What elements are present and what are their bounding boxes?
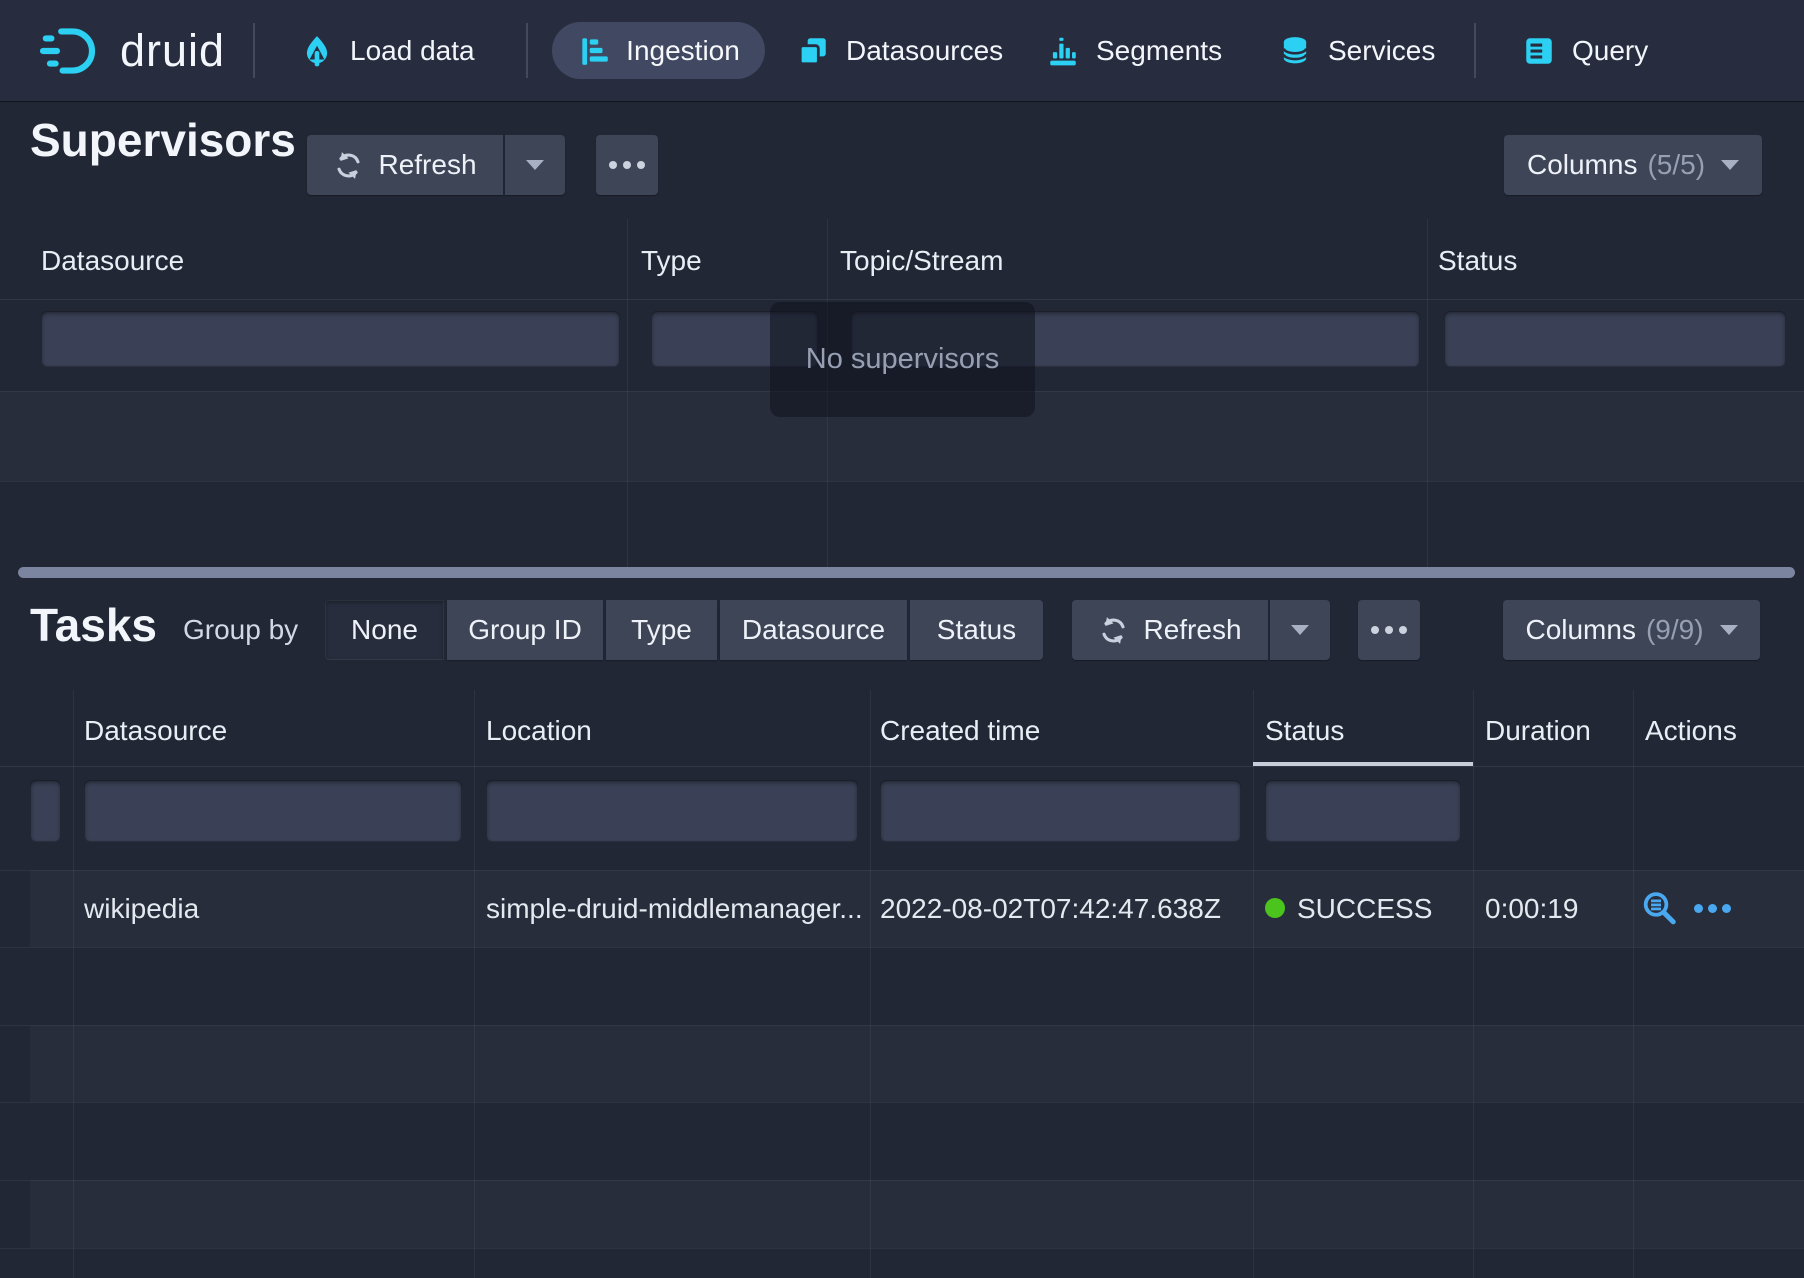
group-by-type-button[interactable]: Type: [606, 600, 717, 660]
cell-created-time: 2022-08-02T07:42:47.638Z: [880, 870, 1221, 947]
column-header-datasource[interactable]: Datasource: [41, 245, 184, 277]
supervisors-title: Supervisors: [30, 113, 296, 167]
columns-label: Columns: [1527, 149, 1637, 181]
column-header-actions[interactable]: Actions: [1645, 715, 1737, 747]
column-header-duration[interactable]: Duration: [1485, 715, 1591, 747]
cell-location: simple-druid-middlemanager...: [486, 870, 863, 947]
supervisors-more-button[interactable]: [596, 135, 658, 195]
cell-datasource: wikipedia: [84, 870, 199, 947]
app-logo[interactable]: druid: [40, 0, 225, 101]
columns-label: Columns: [1525, 614, 1635, 646]
status-filter-input[interactable]: [1265, 780, 1461, 842]
column-header-datasource[interactable]: Datasource: [84, 715, 227, 747]
columns-count: (9/9): [1646, 614, 1704, 646]
task-actions-more-icon[interactable]: [1694, 904, 1731, 913]
group-by-none-button[interactable]: None: [325, 600, 444, 660]
nav-item-query[interactable]: Query: [1522, 0, 1648, 101]
nav-item-datasources[interactable]: Datasources: [796, 0, 1003, 101]
datasource-filter-input[interactable]: [84, 780, 462, 842]
row-divider: [0, 947, 1804, 948]
table-row[interactable]: wikipedia simple-druid-middlemanager... …: [0, 870, 1804, 947]
column-header-topic-stream[interactable]: Topic/Stream: [840, 245, 1003, 277]
app-logo-text: druid: [120, 25, 225, 77]
tasks-title: Tasks: [30, 598, 157, 652]
nav-item-label: Load data: [350, 35, 475, 67]
datasource-filter-input[interactable]: [41, 311, 620, 367]
more-icon: [609, 161, 645, 169]
cell-status: SUCCESS: [1297, 870, 1432, 947]
header-divider: [0, 299, 1804, 300]
nav-item-label: Segments: [1096, 35, 1222, 67]
load-data-icon: [300, 34, 334, 68]
created-time-filter-input[interactable]: [880, 780, 1241, 842]
database-icon: [1278, 34, 1312, 68]
nav-divider: [253, 23, 255, 78]
horizontal-scrollbar[interactable]: [18, 567, 1795, 578]
chevron-down-icon: [526, 160, 544, 170]
nav-item-load-data[interactable]: Load data: [300, 0, 475, 101]
nav-item-segments[interactable]: Segments: [1046, 0, 1222, 101]
row-divider: [0, 1248, 1804, 1249]
group-by-datasource-button[interactable]: Datasource: [720, 600, 907, 660]
nav-item-ingestion-active[interactable]: Ingestion: [552, 22, 765, 79]
refresh-label: Refresh: [1143, 614, 1241, 646]
tasks-refresh-button[interactable]: Refresh: [1072, 600, 1268, 660]
tasks-columns-button[interactable]: Columns (9/9): [1503, 600, 1760, 660]
chevron-down-icon: [1721, 160, 1739, 170]
supervisors-table: Datasource Type Topic/Stream Status No s…: [0, 219, 1804, 578]
refresh-icon: [1098, 615, 1129, 646]
supervisors-refresh-dropdown-button[interactable]: [505, 135, 565, 195]
column-header-status[interactable]: Status: [1438, 245, 1517, 277]
supervisors-refresh-button[interactable]: Refresh: [307, 135, 503, 195]
supervisors-columns-button[interactable]: Columns (5/5): [1504, 135, 1762, 195]
nav-item-label: Ingestion: [626, 35, 740, 67]
row-divider: [0, 1102, 1804, 1103]
group-by-group-id-button[interactable]: Group ID: [447, 600, 603, 660]
task-id-filter-input-clipped[interactable]: [30, 780, 61, 842]
query-document-icon: [1522, 34, 1556, 68]
task-detail-search-icon[interactable]: [1640, 889, 1678, 927]
nav-item-label: Query: [1572, 35, 1648, 67]
tasks-refresh-dropdown-button[interactable]: [1270, 600, 1330, 660]
header-divider: [0, 766, 1804, 767]
chevron-down-icon: [1291, 625, 1309, 635]
group-by-label: Group by: [183, 614, 298, 646]
tasks-more-button[interactable]: [1358, 600, 1420, 660]
location-filter-input[interactable]: [486, 780, 858, 842]
status-filter-input[interactable]: [1444, 311, 1786, 367]
row-stripe: [30, 1025, 1804, 1102]
column-header-type[interactable]: Type: [641, 245, 702, 277]
refresh-icon: [333, 150, 364, 181]
top-nav: druid Load data Ingestion Datasources: [0, 0, 1804, 101]
column-header-created-time[interactable]: Created time: [880, 715, 1040, 747]
column-header-status[interactable]: Status: [1265, 715, 1344, 747]
chevron-down-icon: [1720, 625, 1738, 635]
stacked-squares-icon: [796, 34, 830, 68]
status-success-dot-icon: [1265, 898, 1285, 918]
row-divider: [0, 481, 1804, 482]
columns-count: (5/5): [1647, 149, 1705, 181]
group-by-status-button[interactable]: Status: [910, 600, 1043, 660]
nav-item-label: Datasources: [846, 35, 1003, 67]
nav-divider: [526, 23, 528, 78]
tasks-table: Datasource Location Created time Status …: [0, 690, 1804, 1278]
more-icon: [1371, 626, 1407, 634]
empty-state-overlay: No supervisors: [770, 302, 1035, 417]
gantt-chart-icon: [577, 34, 611, 68]
nav-item-label: Services: [1328, 35, 1435, 67]
druid-logo-icon: [40, 23, 102, 79]
nav-divider: [1474, 23, 1476, 78]
nav-item-services[interactable]: Services: [1278, 0, 1435, 101]
empty-state-message: No supervisors: [806, 343, 999, 376]
row-stripe: [30, 1180, 1804, 1248]
refresh-label: Refresh: [378, 149, 476, 181]
cell-duration: 0:00:19: [1485, 870, 1578, 947]
column-header-location[interactable]: Location: [486, 715, 592, 747]
bar-chart-icon: [1046, 34, 1080, 68]
